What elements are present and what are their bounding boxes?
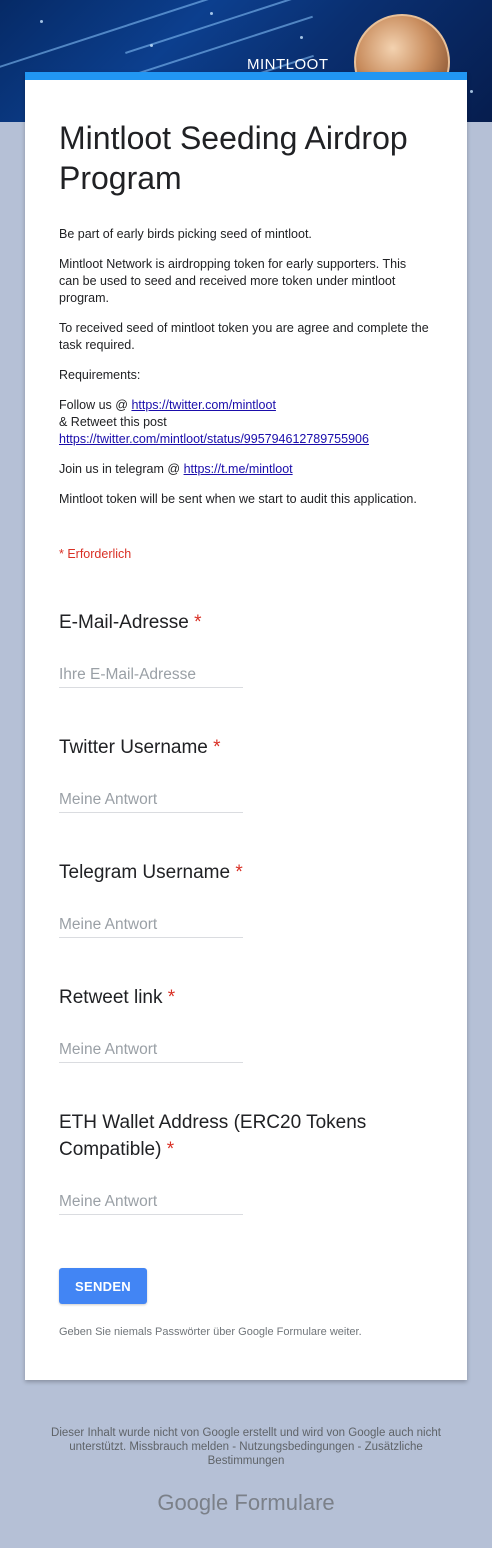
password-warning: Geben Sie niemals Passwörter über Google… [59,1326,362,1338]
form-title: Mintloot Seeding Airdrop Program [59,120,408,196]
question-title: Retweet link [59,987,163,1008]
question-eth-wallet: ETH Wallet Address (ERC20 Tokens Compati… [59,1109,439,1215]
telegram-text: Join us in telegram @ [59,462,184,476]
form-description: Be part of early birds picking seed of m… [59,226,429,521]
banner-dot [40,20,43,23]
required-note: * Erforderlich [59,547,132,561]
twitter-username-field[interactable] [59,787,243,813]
question-telegram: Telegram Username * [59,859,439,938]
description-paragraph: Follow us @ https://twitter.com/mintloot… [59,397,429,448]
follow-text: Follow us @ [59,398,132,412]
submit-button[interactable]: SENDEN [59,1268,147,1304]
telegram-username-field[interactable] [59,912,243,938]
question-label: ETH Wallet Address (ERC20 Tokens Compati… [59,1109,439,1163]
question-email: E-Mail-Adresse * [59,609,439,688]
required-star: * [194,612,202,633]
brand-name: MINTLOOT [247,56,329,73]
description-paragraph: Mintloot Network is airdropping token fo… [59,257,407,305]
banner-dot [300,36,303,39]
required-star: * [213,737,221,758]
question-label: Telegram Username * [59,859,439,886]
banner-streak [125,0,335,54]
email-field[interactable] [59,662,243,688]
logo-product: Formulare [234,1490,335,1515]
telegram-link[interactable]: https://t.me/mintloot [184,462,293,476]
banner-streak [0,0,234,73]
banner-dot [210,12,213,15]
description-paragraph: Be part of early birds picking seed of m… [59,227,312,241]
question-label: Retweet link * [59,984,439,1011]
description-paragraph: Mintloot token will be sent when we star… [59,492,417,506]
banner-dot [150,44,153,47]
description-paragraph: Join us in telegram @ https://t.me/mintl… [59,461,429,478]
question-twitter: Twitter Username * [59,734,439,813]
required-star: * [167,987,176,1008]
banner-dot [470,90,473,93]
question-title: E-Mail-Adresse [59,612,189,633]
status-link[interactable]: https://twitter.com/mintloot/status/9957… [59,432,369,446]
retweet-link-field[interactable] [59,1037,243,1063]
question-title: Telegram Username [59,862,231,883]
retweet-text: & Retweet this post [59,415,167,429]
question-label: Twitter Username * [59,734,439,761]
required-star: * [166,1139,175,1160]
question-title: Twitter Username [59,737,208,758]
question-label: E-Mail-Adresse * [59,609,439,636]
google-forms-logo[interactable]: Google Formulare [0,1490,492,1516]
question-retweet: Retweet link * [59,984,439,1063]
disclaimer-text[interactable]: Dieser Inhalt wurde nicht von Google ers… [51,1427,441,1467]
question-title: ETH Wallet Address (ERC20 Tokens Compati… [59,1112,367,1160]
description-paragraph: Requirements: [59,368,141,382]
required-star: * [235,862,243,883]
footer-disclaimer: Dieser Inhalt wurde nicht von Google ers… [30,1426,462,1468]
logo-google: Google [157,1490,229,1515]
description-paragraph: To received seed of mintloot token you a… [59,321,429,352]
twitter-link[interactable]: https://twitter.com/mintloot [131,398,276,412]
form-card: Mintloot Seeding Airdrop Program Be part… [25,72,467,1380]
eth-wallet-field[interactable] [59,1189,243,1215]
